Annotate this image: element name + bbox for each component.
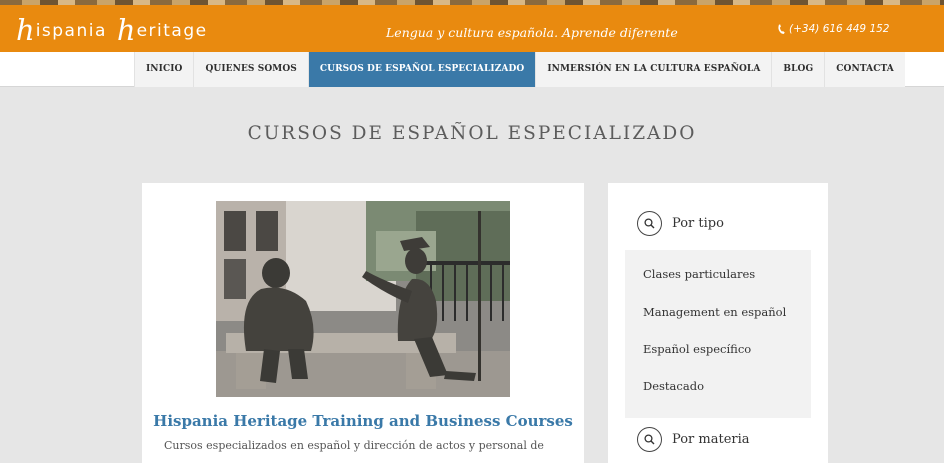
post-featured-image[interactable] [216, 201, 510, 397]
filter-destacado[interactable]: Destacado [643, 379, 704, 393]
page-title: CURSOS DE ESPAÑOL ESPECIALIZADO [247, 123, 697, 144]
logo-initial-h2: h [116, 13, 136, 47]
site-header: hispania heritage Lengua y cultura españo… [0, 0, 944, 52]
phone-number: (+34) 616 449 152 [789, 23, 890, 35]
search-icon[interactable] [637, 427, 662, 452]
phone-icon [778, 23, 785, 34]
logo-word-hispania: ispania [35, 21, 107, 41]
logo-word-heritage: eritage [136, 21, 208, 41]
logo-initial-h: h [16, 13, 35, 47]
nav-item-blog[interactable]: BLOG [771, 52, 825, 87]
nav-item-quienes-somos[interactable]: QUIENES SOMOS [193, 52, 308, 87]
header-photo-strip [0, 0, 944, 5]
nav-menu: INICIO QUIENES SOMOS CURSOS DE ESPAÑOL E… [134, 52, 905, 87]
widget-por-materia-header: Por materia [637, 427, 750, 452]
main-navigation: INICIO QUIENES SOMOS CURSOS DE ESPAÑOL E… [0, 52, 944, 87]
post-title-link[interactable]: Hispania Heritage Training and Business … [142, 412, 584, 430]
nav-item-contacta[interactable]: CONTACTA [824, 52, 905, 87]
widget-title-por-tipo: Por tipo [672, 216, 724, 231]
search-icon[interactable] [637, 211, 662, 236]
nav-item-cursos-espanol[interactable]: CURSOS DE ESPAÑOL ESPECIALIZADO [307, 52, 536, 87]
site-tagline: Lengua y cultura española. Aprende difer… [386, 25, 678, 40]
post-excerpt: Cursos especializados en español y direc… [164, 439, 544, 452]
site-logo[interactable]: hispania heritage [16, 9, 208, 47]
filter-clases-particulares[interactable]: Clases particulares [643, 267, 755, 281]
phone-contact[interactable]: (+34) 616 449 152 [777, 23, 890, 35]
sidebar: Por tipo Clases particulares Management … [608, 183, 828, 463]
filter-espanol-especifico[interactable]: Español específico [643, 342, 751, 356]
widget-title-por-materia: Por materia [672, 432, 750, 447]
widget-por-tipo-header: Por tipo [637, 211, 724, 236]
post-card: Hispania Heritage Training and Business … [142, 183, 584, 463]
nav-item-inicio[interactable]: INICIO [134, 52, 194, 87]
filter-list-por-tipo: Clases particulares Management en españo… [625, 250, 811, 418]
nav-item-inmersion-cultura[interactable]: INMERSIÓN EN LA CULTURA ESPAÑOLA [535, 52, 772, 87]
filter-management-espanol[interactable]: Management en español [643, 305, 786, 319]
